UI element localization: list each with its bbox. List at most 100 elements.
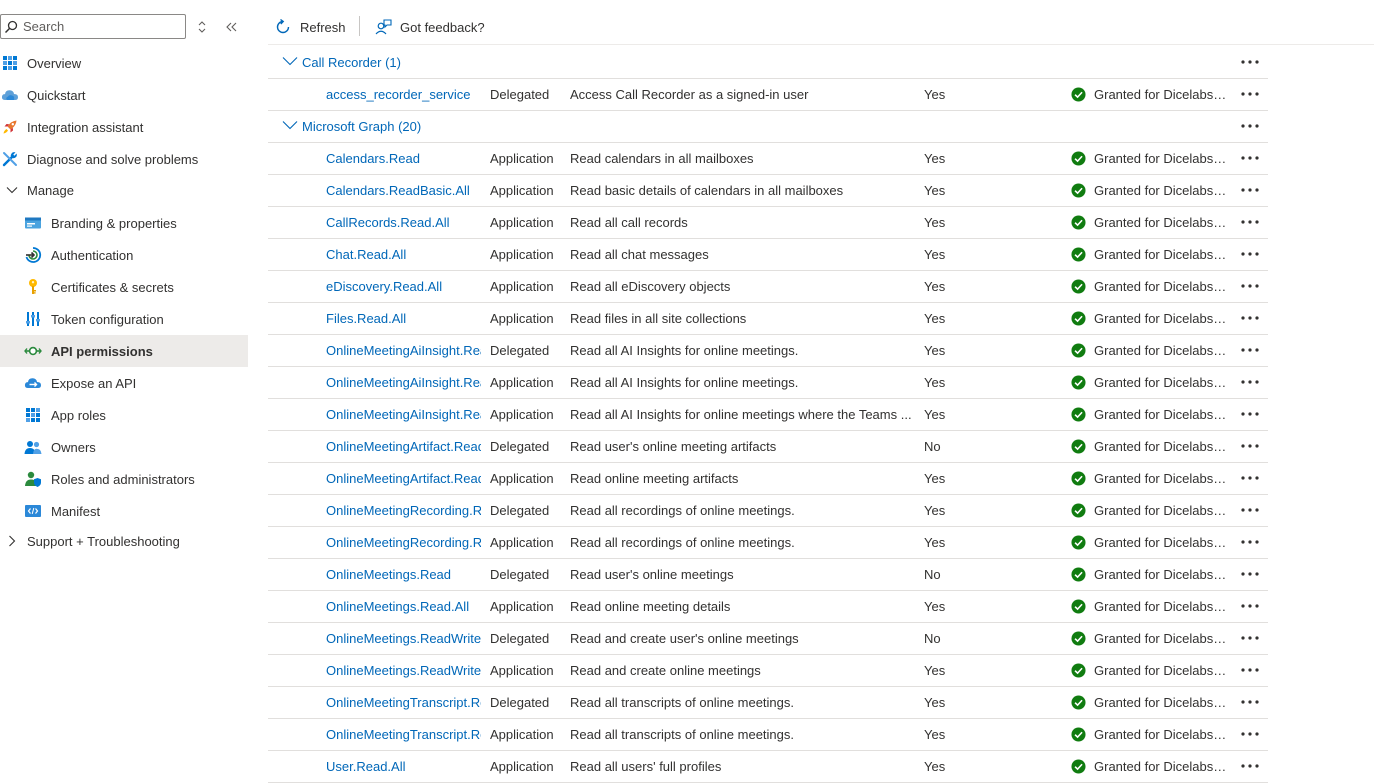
permission-name-link[interactable]: OnlineMeetings.Read.All — [326, 591, 481, 622]
status-text: Granted for Dicelabs Te... — [1094, 375, 1227, 390]
permission-name-link[interactable]: OnlineMeetings.ReadWrite.Al — [326, 655, 481, 686]
collapse-menu-icon[interactable] — [225, 20, 239, 34]
app-roles-grid-icon — [24, 406, 42, 424]
status-cell: Granted for Dicelabs Te... — [1071, 687, 1231, 718]
menu-search-input[interactable] — [23, 17, 181, 36]
permission-name-link[interactable]: OnlineMeetingAiInsight.Read — [326, 335, 481, 366]
group-toggle[interactable]: Call Recorder (1) — [282, 47, 401, 78]
check-circle-icon — [1071, 663, 1086, 678]
sidebar-item-certificates[interactable]: Certificates & secrets — [0, 271, 248, 303]
permission-name-link[interactable]: OnlineMeetingRecording.Rea — [326, 495, 481, 526]
permission-type: Delegated — [490, 439, 550, 454]
more-options-icon[interactable] — [1240, 630, 1260, 646]
sidebar-item-integration-assistant[interactable]: Integration assistant — [0, 111, 248, 143]
more-options-icon[interactable] — [1240, 502, 1260, 518]
status-cell: Granted for Dicelabs Te... — [1071, 239, 1231, 270]
menu-search-box[interactable] — [0, 14, 186, 39]
sidebar-item-diagnose[interactable]: Diagnose and solve problems — [0, 143, 248, 175]
permission-type: Application — [490, 311, 554, 326]
status-cell: Granted for Dicelabs Te... — [1071, 207, 1231, 238]
more-options-icon[interactable] — [1240, 86, 1260, 102]
group-label: Microsoft Graph (20) — [302, 119, 422, 134]
more-options-icon[interactable] — [1240, 470, 1260, 486]
more-options-icon[interactable] — [1240, 214, 1260, 230]
more-options-icon[interactable] — [1240, 694, 1260, 710]
more-options-icon[interactable] — [1240, 118, 1260, 134]
more-options-icon[interactable] — [1240, 438, 1260, 454]
feedback-button[interactable]: Got feedback? — [374, 12, 485, 42]
permission-name-link[interactable]: OnlineMeetingTranscript.Rea — [326, 687, 481, 718]
refresh-button[interactable]: Refresh — [274, 12, 346, 42]
permission-name-link[interactable]: OnlineMeetings.Read — [326, 559, 481, 590]
permission-name-link[interactable]: OnlineMeetingAiInsight.Read — [326, 367, 481, 398]
sidebar-group-manage[interactable]: Manage — [0, 174, 248, 206]
permission-description: Read user's online meetings — [570, 567, 734, 582]
more-options-icon[interactable] — [1240, 566, 1260, 582]
admin-consent-required: Yes — [924, 375, 946, 390]
permission-name-link[interactable]: Chat.Read.All — [326, 239, 481, 270]
more-options-icon[interactable] — [1240, 310, 1260, 326]
check-circle-icon — [1071, 183, 1086, 198]
permission-name-link[interactable]: User.Read.All — [326, 751, 481, 782]
more-options-icon[interactable] — [1240, 278, 1260, 294]
status-cell: Granted for Dicelabs Te... — [1071, 399, 1231, 430]
sidebar-item-api-permissions[interactable]: API permissions — [0, 335, 248, 367]
sidebar-item-quickstart[interactable]: Quickstart — [0, 79, 248, 111]
admin-consent-required: Yes — [924, 759, 946, 774]
permission-name-link[interactable]: OnlineMeetingTranscript.Rea — [326, 719, 481, 750]
table-row: OnlineMeetingAiInsight.Read Delegated Read… — [268, 335, 1268, 367]
sidebar-item-manifest[interactable]: Manifest — [0, 495, 248, 527]
permission-description: Access Call Recorder as a signed-in user — [570, 87, 809, 102]
sidebar-item-overview[interactable]: Overview — [0, 47, 248, 79]
table-row: OnlineMeetingTranscript.Rea Application Re… — [268, 719, 1268, 751]
permission-name-link[interactable]: OnlineMeetingAiInsight.Read — [326, 399, 481, 430]
more-options-icon[interactable] — [1240, 598, 1260, 614]
permission-name-link[interactable]: OnlineMeetingArtifact.Read.A — [326, 431, 481, 462]
more-options-icon[interactable] — [1240, 662, 1260, 678]
sidebar-item-label: App roles — [51, 407, 106, 423]
more-options-icon[interactable] — [1240, 406, 1260, 422]
sidebar-item-owners[interactable]: Owners — [0, 431, 248, 463]
permission-name-link[interactable]: OnlineMeetings.ReadWrite — [326, 623, 481, 654]
permission-name-link[interactable]: CallRecords.Read.All — [326, 207, 481, 238]
sidebar-item-label: Roles and administrators — [51, 471, 195, 487]
token-bars-icon — [24, 310, 42, 328]
more-options-icon[interactable] — [1240, 758, 1260, 774]
feedback-label: Got feedback? — [400, 19, 485, 35]
more-options-icon[interactable] — [1240, 374, 1260, 390]
menu-search-row — [0, 14, 248, 40]
permission-description: Read all recordings of online meetings. — [570, 535, 795, 550]
more-options-icon[interactable] — [1240, 246, 1260, 262]
permission-name-link[interactable]: OnlineMeetingArtifact.Read.A — [326, 463, 481, 494]
permission-name-link[interactable]: Calendars.ReadBasic.All — [326, 175, 481, 206]
sidebar-group-support[interactable]: Support + Troubleshooting — [0, 525, 248, 557]
status-cell: Granted for Dicelabs Te... — [1071, 751, 1231, 782]
more-options-icon[interactable] — [1240, 54, 1260, 70]
permission-name-link[interactable]: Files.Read.All — [326, 303, 481, 334]
status-cell: Granted for Dicelabs Te... — [1071, 175, 1231, 206]
table-row: OnlineMeetingAiInsight.Read Application Re… — [268, 367, 1268, 399]
group-toggle[interactable]: Microsoft Graph (20) — [282, 111, 421, 142]
more-options-icon[interactable] — [1240, 150, 1260, 166]
permission-description: Read all AI Insights for online meetings… — [570, 407, 912, 422]
table-row: OnlineMeetingTranscript.Rea Delegated Read… — [268, 687, 1268, 719]
more-options-icon[interactable] — [1240, 182, 1260, 198]
sort-updown-icon[interactable] — [196, 20, 208, 34]
chevron-down-icon — [3, 181, 21, 199]
permission-name-link[interactable]: access_recorder_service — [326, 79, 481, 110]
sidebar-item-roles-administrators[interactable]: Roles and administrators — [0, 463, 248, 495]
more-options-icon[interactable] — [1240, 726, 1260, 742]
sidebar-item-expose-api[interactable]: Expose an API — [0, 367, 248, 399]
sidebar-item-authentication[interactable]: Authentication — [0, 239, 248, 271]
more-options-icon[interactable] — [1240, 534, 1260, 550]
sidebar-item-branding[interactable]: Branding & properties — [0, 207, 248, 239]
sidebar-item-token-configuration[interactable]: Token configuration — [0, 303, 248, 335]
permission-name-link[interactable]: Calendars.Read — [326, 143, 481, 174]
permission-name-link[interactable]: eDiscovery.Read.All — [326, 271, 481, 302]
status-text: Granted for Dicelabs Te... — [1094, 663, 1227, 678]
sidebar-item-app-roles[interactable]: App roles — [0, 399, 248, 431]
permission-name-link[interactable]: OnlineMeetingRecording.Rea — [326, 527, 481, 558]
permission-type: Application — [490, 535, 554, 550]
sidebar-item-label: Authentication — [51, 247, 134, 263]
more-options-icon[interactable] — [1240, 342, 1260, 358]
